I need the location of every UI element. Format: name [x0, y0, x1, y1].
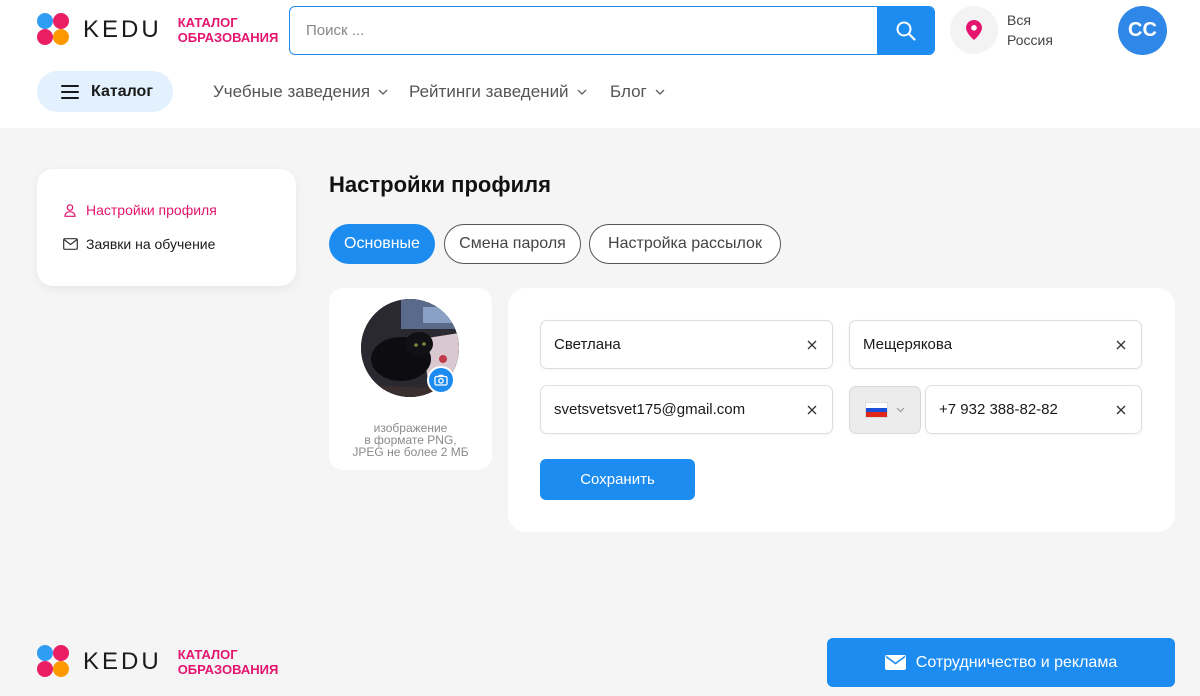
search-button[interactable]	[877, 7, 934, 54]
page-title: Настройки профиля	[329, 172, 551, 197]
menu-icon	[61, 84, 79, 99]
first-name-field	[540, 320, 833, 369]
tab-basic[interactable]: Основные	[329, 224, 435, 264]
logo-tagline: КАТАЛОГ ОБРАЗОВАНИЯ	[177, 647, 279, 677]
clear-phone-button[interactable]	[1101, 386, 1141, 433]
footer-logo[interactable]: KEDU КАТАЛОГ ОБРАЗОВАНИЯ	[37, 645, 278, 679]
user-icon	[64, 203, 76, 217]
photo-format-hint: изображение в формате PNG, JPEG не более…	[352, 421, 469, 459]
russia-flag-icon	[865, 403, 887, 418]
tab-change-password[interactable]: Смена пароля	[444, 224, 581, 264]
close-icon	[807, 340, 817, 349]
logo-icon	[37, 645, 71, 679]
tab-newsletter-settings[interactable]: Настройка рассылок	[589, 224, 781, 264]
last-name-field	[849, 320, 1142, 369]
phone-field	[925, 385, 1142, 434]
save-button[interactable]: Сохранить	[540, 459, 695, 500]
map-pin-icon	[966, 20, 982, 40]
profile-form: Сохранить	[508, 288, 1175, 532]
camera-icon	[434, 374, 448, 386]
close-icon	[807, 405, 817, 414]
chevron-down-icon	[896, 407, 904, 413]
logo-tagline: КАТАЛОГ ОБРАЗОВАНИЯ	[177, 15, 279, 45]
catalog-button[interactable]: Каталог	[37, 71, 173, 112]
search-input[interactable]	[290, 7, 877, 54]
first-name-input[interactable]	[554, 336, 792, 353]
mail-icon	[62, 238, 78, 250]
country-code-select[interactable]	[849, 386, 921, 434]
mail-icon	[884, 655, 906, 670]
location-label[interactable]: Вся Россия	[1007, 10, 1053, 50]
logo-wordmark: KEDU	[83, 648, 162, 675]
sidebar-item-applications[interactable]: Заявки на обучение	[62, 236, 215, 252]
user-avatar[interactable]: СС	[1118, 6, 1167, 55]
logo[interactable]: KEDU КАТАЛОГ ОБРАЗОВАНИЯ	[37, 13, 278, 47]
close-icon	[1116, 405, 1126, 414]
phone-input[interactable]	[939, 401, 1101, 418]
chevron-down-icon	[655, 89, 665, 95]
profile-sidebar: Настройки профиля Заявки на обучение	[37, 169, 296, 286]
search-bar	[289, 6, 935, 55]
avatar-upload-card: изображение в формате PNG, JPEG не более…	[329, 288, 492, 470]
cooperation-button[interactable]: Сотрудничество и реклама	[827, 638, 1175, 687]
chevron-down-icon	[378, 89, 388, 95]
nav-item-ratings[interactable]: Рейтинги заведений	[409, 82, 587, 102]
clear-last-name-button[interactable]	[1101, 321, 1141, 368]
email-input[interactable]	[554, 401, 792, 418]
sidebar-item-profile-settings[interactable]: Настройки профиля	[62, 202, 217, 218]
logo-wordmark: KEDU	[83, 16, 162, 43]
upload-photo-button[interactable]	[427, 366, 455, 394]
catalog-button-label: Каталог	[91, 82, 153, 100]
close-icon	[1116, 340, 1126, 349]
clear-email-button[interactable]	[792, 386, 832, 433]
last-name-input[interactable]	[863, 336, 1101, 353]
email-field	[540, 385, 833, 434]
header: KEDU КАТАЛОГ ОБРАЗОВАНИЯ Вся Россия СС	[0, 0, 1200, 128]
logo-icon	[37, 13, 71, 47]
chevron-down-icon	[577, 89, 587, 95]
nav-item-institutions[interactable]: Учебные заведения	[213, 82, 388, 102]
search-icon	[896, 21, 916, 41]
nav-item-blog[interactable]: Блог	[610, 82, 665, 102]
location-button[interactable]	[950, 6, 998, 54]
clear-first-name-button[interactable]	[792, 321, 832, 368]
